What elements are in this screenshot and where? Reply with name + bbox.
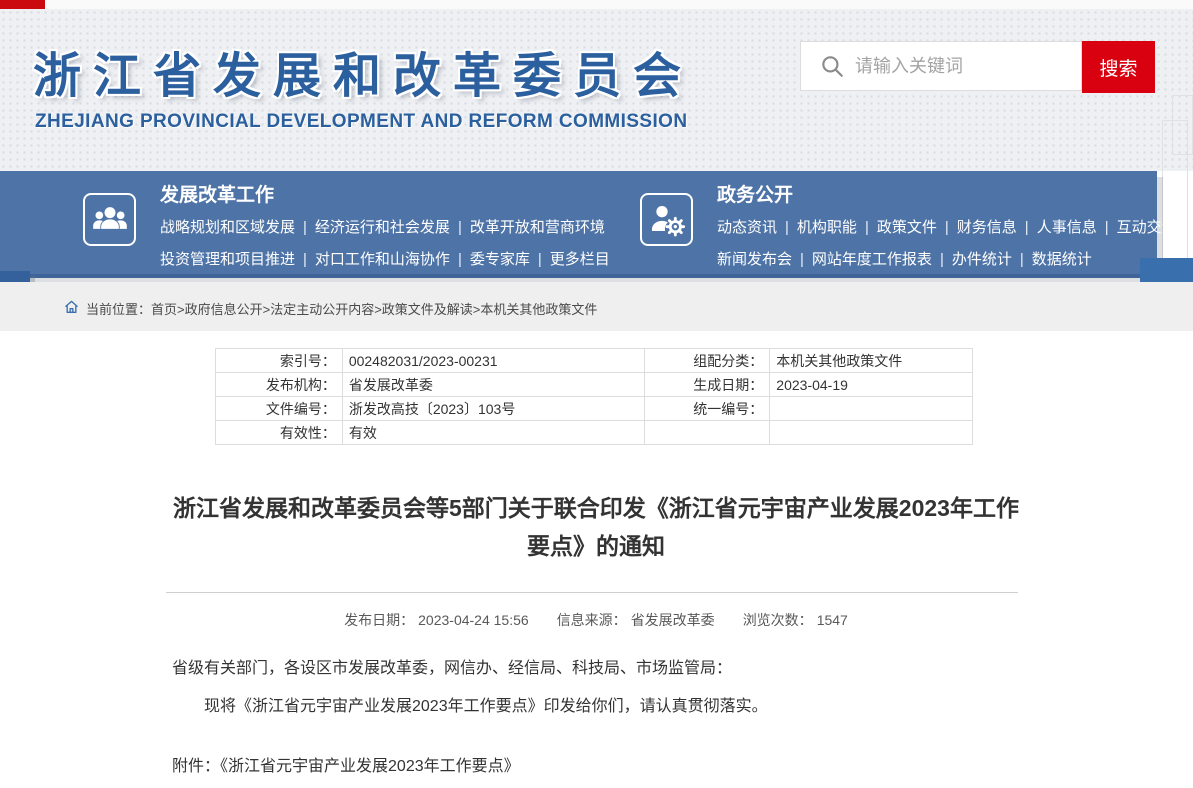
doc-info-value: 002482031/2023-00231 bbox=[342, 349, 645, 373]
doc-info-label: 索引号： bbox=[216, 349, 343, 373]
source: 省发展改革委 bbox=[631, 612, 715, 628]
doc-info-value bbox=[770, 421, 973, 445]
nav-link[interactable]: 财务信息 bbox=[957, 219, 1017, 236]
nav-links-row: 投资管理和项目推进 | 对口工作和山海协作 | 委专家库 | 更多栏目 bbox=[160, 249, 610, 270]
home-icon[interactable] bbox=[63, 299, 80, 315]
search-input[interactable] bbox=[855, 56, 1075, 77]
nav-link[interactable]: 更多栏目 bbox=[550, 251, 610, 268]
table-row: 文件编号： 浙发改高技〔2023〕103号 统一编号： bbox=[216, 397, 973, 421]
article-meta: 发布日期：2023-04-24 15:56 信息来源：省发展改革委 浏览次数：154… bbox=[166, 610, 1026, 630]
site-header: 浙江省发展和改革委员会 ZHEJIANG PROVINCIAL DEVELOPM… bbox=[0, 9, 1193, 171]
divider bbox=[166, 592, 1018, 593]
attachment-label: 附件： bbox=[172, 758, 220, 775]
article-body: 省级有关部门，各设区市发展改革委，网信办、经信局、科技局、市场监管局： 现将《浙… bbox=[172, 650, 1022, 726]
page-title: 浙江省发展和改革委员会等5部门关于联合印发《浙江省元宇宙产业发展2023年工作要… bbox=[166, 489, 1026, 565]
search-button[interactable]: 搜索 bbox=[1082, 41, 1155, 93]
nav-link[interactable]: 对口工作和山海协作 bbox=[315, 251, 450, 268]
nav-link[interactable]: 动态资讯 bbox=[717, 219, 777, 236]
nav-link[interactable]: 互动交流 bbox=[1117, 219, 1177, 236]
separator: | bbox=[458, 219, 462, 236]
separator: | bbox=[458, 251, 462, 268]
breadcrumb-path[interactable]: 首页>政府信息公开>法定主动公开内容>政策文件及解读>本机关其他政策文件 bbox=[151, 302, 597, 317]
doc-info-label: 发布机构： bbox=[216, 373, 343, 397]
nav-link[interactable]: 新闻发布会 bbox=[717, 251, 792, 268]
doc-info-label: 生成日期： bbox=[645, 373, 770, 397]
article-content: 索引号： 002482031/2023-00231 组配分类： 本机关其他政策文… bbox=[0, 331, 1193, 788]
separator: | bbox=[940, 251, 944, 268]
nav-link[interactable]: 经济运行和社会发展 bbox=[315, 219, 450, 236]
nav-link[interactable]: 政策文件 bbox=[877, 219, 937, 236]
breadcrumb-prefix: 当前位置： bbox=[86, 302, 151, 317]
separator: | bbox=[865, 219, 869, 236]
nav-links-row: 新闻发布会 | 网站年度工作报表 | 办件统计 | 数据统计 bbox=[717, 249, 1177, 270]
nav-link[interactable]: 改革开放和营商环境 bbox=[470, 219, 605, 236]
nav-link[interactable]: 网站年度工作报表 bbox=[812, 251, 932, 268]
paragraph: 省级有关部门，各设区市发展改革委，网信办、经信局、科技局、市场监管局： bbox=[172, 650, 1022, 688]
nav-link[interactable]: 战略规划和区域发展 bbox=[160, 219, 295, 236]
doc-info-label bbox=[645, 421, 770, 445]
breadcrumb-text: 当前位置：首页>政府信息公开>法定主动公开内容>政策文件及解读>本机关其他政策文… bbox=[86, 299, 597, 318]
separator: | bbox=[800, 251, 804, 268]
nav-link[interactable]: 委专家库 bbox=[470, 251, 530, 268]
doc-info-label: 组配分类： bbox=[645, 349, 770, 373]
separator: | bbox=[1025, 219, 1029, 236]
separator: | bbox=[303, 219, 307, 236]
doc-info-table: 索引号： 002482031/2023-00231 组配分类： 本机关其他政策文… bbox=[215, 348, 973, 445]
paragraph: 现将《浙江省元宇宙产业发展2023年工作要点》印发给你们，请认真贯彻落实。 bbox=[172, 688, 1022, 726]
nav-group-title: 发展改革工作 bbox=[160, 186, 610, 206]
doc-info-label: 有效性： bbox=[216, 421, 343, 445]
separator: | bbox=[538, 251, 542, 268]
separator: | bbox=[1020, 251, 1024, 268]
table-row: 发布机构： 省发展改革委 生成日期： 2023-04-19 bbox=[216, 373, 973, 397]
doc-info-label: 文件编号： bbox=[216, 397, 343, 421]
nav-group-title: 政务公开 bbox=[717, 186, 1177, 206]
top-left-red-accent bbox=[0, 0, 45, 9]
separator: | bbox=[945, 219, 949, 236]
publish-date: 2023-04-24 15:56 bbox=[418, 612, 529, 628]
doc-info-value: 本机关其他政策文件 bbox=[770, 349, 973, 373]
search-box[interactable] bbox=[800, 41, 1082, 91]
nav-links-row: 战略规划和区域发展 | 经济运行和社会发展 | 改革开放和营商环境 bbox=[160, 217, 610, 238]
top-strip bbox=[0, 0, 1193, 9]
nav-link[interactable]: 机构职能 bbox=[797, 219, 857, 236]
attachment-line: 附件：《浙江省元宇宙产业发展2023年工作要点》 bbox=[172, 755, 520, 779]
site-title: 浙江省发展和改革委员会 bbox=[33, 36, 693, 106]
nav-links-row: 动态资讯 | 机构职能 | 政策文件 | 财务信息 | 人事信息 | 互动交流 bbox=[717, 217, 1177, 238]
doc-info-value: 有效 bbox=[342, 421, 645, 445]
table-row: 索引号： 002482031/2023-00231 组配分类： 本机关其他政策文… bbox=[216, 349, 973, 373]
site-subtitle: ZHEJIANG PROVINCIAL DEVELOPMENT AND REFO… bbox=[35, 111, 687, 133]
person-gear-icon bbox=[640, 193, 693, 246]
separator: | bbox=[1105, 219, 1109, 236]
nav-link[interactable]: 数据统计 bbox=[1032, 251, 1092, 268]
breadcrumb: 当前位置：首页>政府信息公开>法定主动公开内容>政策文件及解读>本机关其他政策文… bbox=[0, 282, 1193, 331]
nav-link[interactable]: 办件统计 bbox=[952, 251, 1012, 268]
table-row: 有效性： 有效 bbox=[216, 421, 973, 445]
doc-info-value: 浙发改高技〔2023〕103号 bbox=[342, 397, 645, 421]
views-label: 浏览次数： bbox=[743, 612, 813, 628]
doc-info-value bbox=[770, 397, 973, 421]
building-sketch bbox=[1172, 95, 1193, 155]
views-count: 1547 bbox=[817, 612, 848, 628]
nav-link[interactable]: 投资管理和项目推进 bbox=[160, 251, 295, 268]
doc-info-value: 省发展改革委 bbox=[342, 373, 645, 397]
nav-link[interactable]: 人事信息 bbox=[1037, 219, 1097, 236]
separator: | bbox=[785, 219, 789, 236]
attachment-link[interactable]: 《浙江省元宇宙产业发展2023年工作要点》 bbox=[220, 758, 520, 775]
people-group-icon bbox=[83, 193, 136, 246]
main-nav: 发展改革工作 战略规划和区域发展 | 经济运行和社会发展 | 改革开放和营商环境 投资管… bbox=[0, 171, 1157, 278]
doc-info-label: 统一编号： bbox=[645, 397, 770, 421]
source-label: 信息来源： bbox=[557, 612, 627, 628]
search-icon bbox=[819, 53, 845, 79]
doc-info-value: 2023-04-19 bbox=[770, 373, 973, 397]
publish-date-label: 发布日期： bbox=[344, 612, 414, 628]
separator: | bbox=[303, 251, 307, 268]
